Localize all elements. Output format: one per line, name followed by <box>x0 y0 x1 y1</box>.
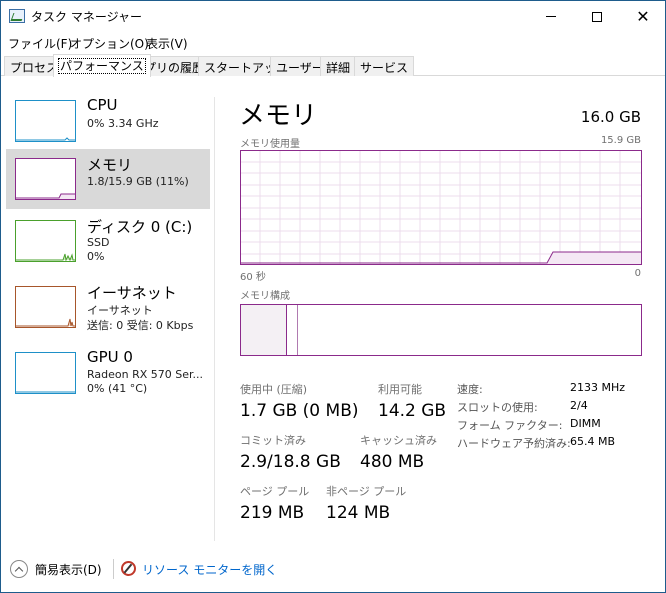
resource-disk-sub1: SSD <box>87 236 110 249</box>
title-bar: タスク マネージャー ✕ <box>1 1 665 32</box>
ethernet-thumbnail-graph <box>15 286 76 328</box>
gpu-thumbnail-graph <box>15 352 76 394</box>
task-manager-window: タスク マネージャー ✕ ファイル(F) オプション(O) 表示(V) プロセス… <box>0 0 666 593</box>
spec-speed-value: 2133 MHz <box>570 381 626 394</box>
usage-chart-title: メモリ使用量 <box>240 139 300 150</box>
stat-committed-value: 2.9/18.8 GB <box>240 452 341 472</box>
resource-cpu-sub1: 0% 3.34 GHz <box>87 117 159 130</box>
resource-gpu-sub2: 0% (41 °C) <box>87 382 148 395</box>
minimize-icon <box>546 16 556 17</box>
menu-bar: ファイル(F) オプション(O) 表示(V) <box>1 32 665 54</box>
resource-disk[interactable]: ディスク 0 (C:) SSD 0% <box>6 211 210 271</box>
disk-thumbnail-graph <box>15 220 76 262</box>
resource-ethernet-name: イーサネット <box>87 284 177 302</box>
maximize-icon <box>592 11 602 22</box>
stat-available-label: 利用可能 <box>378 383 422 396</box>
resource-list: CPU 0% 3.34 GHz メモリ 1.8/15.9 GB (11%) ディ… <box>2 77 214 541</box>
menu-file[interactable]: ファイル(F) <box>8 35 72 52</box>
tab-services-label: サービス <box>360 61 409 75</box>
tab-performance[interactable]: パフォーマンス <box>53 54 151 77</box>
resource-ethernet-sub2: 送信: 0 受信: 0 Kbps <box>87 319 194 332</box>
panel-divider <box>214 97 215 541</box>
stat-nonpaged-pool-label: 非ページ プール <box>326 485 407 498</box>
chevron-up-icon <box>14 566 24 575</box>
resource-gpu-sub1: Radeon RX 570 Ser... <box>87 368 204 381</box>
stat-cached-label: キャッシュ済み <box>360 434 437 447</box>
resource-memory[interactable]: メモリ 1.8/15.9 GB (11%) <box>6 149 210 209</box>
footer-bar: 簡易表示(D) リソース モニターを開く <box>1 551 665 591</box>
stat-committed-label: コミット済み <box>240 434 306 447</box>
tab-bar: プロセス パフォーマンス アプリの履歴 スタートアップ ユーザー 詳細 サービス <box>1 54 665 77</box>
resource-cpu[interactable]: CPU 0% 3.34 GHz <box>6 91 210 151</box>
tab-users-label: ユーザー <box>276 61 324 75</box>
memory-thumbnail-graph <box>15 158 76 200</box>
footer-separator <box>113 559 114 579</box>
stat-paged-pool-value: 219 MB <box>240 503 305 523</box>
stat-paged-pool: ページ プール 219 MB <box>240 483 309 523</box>
close-button[interactable]: ✕ <box>620 1 666 32</box>
resource-ethernet[interactable]: イーサネット イーサネット 送信: 0 受信: 0 Kbps <box>6 277 210 337</box>
composition-title: メモリ構成 <box>240 291 290 302</box>
resource-memory-sub1: 1.8/15.9 GB (11%) <box>87 175 189 188</box>
spec-hw-reserved-value: 65.4 MB <box>570 435 616 448</box>
tab-processes-label: プロセス <box>10 61 59 75</box>
resource-gpu[interactable]: GPU 0 Radeon RX 570 Ser... 0% (41 °C) <box>6 343 210 403</box>
stat-in-use-label: 使用中 (圧縮) <box>240 383 308 396</box>
resource-disk-name: ディスク 0 (C:) <box>87 218 193 236</box>
tab-services[interactable]: サービス <box>354 56 415 76</box>
memory-usage-graph <box>240 150 642 265</box>
resource-cpu-name: CPU <box>87 96 118 114</box>
task-manager-icon <box>9 9 25 23</box>
stat-cached-value: 480 MB <box>360 452 425 472</box>
stat-nonpaged-pool: 非ページ プール 124 MB <box>326 483 406 523</box>
spec-speed-label: 速度: <box>457 383 483 396</box>
stat-committed: コミット済み 2.9/18.8 GB <box>240 432 341 472</box>
menu-view[interactable]: 表示(V) <box>146 35 188 52</box>
spec-slots-value: 2/4 <box>570 399 588 412</box>
composition-in-use-segment <box>241 305 287 355</box>
spec-hw-reserved-label: ハードウェア予約済み: <box>457 437 571 450</box>
tab-details[interactable]: 詳細 <box>320 56 357 76</box>
stat-available: 利用可能 14.2 GB <box>378 381 446 421</box>
spec-form-factor-label: フォーム ファクター: <box>457 419 563 432</box>
usage-chart-axis-start: 60 秒 <box>240 272 266 283</box>
stat-in-use: 使用中 (圧縮) 1.7 GB (0 MB) <box>240 381 359 421</box>
resource-disk-sub2: 0% <box>87 250 105 263</box>
page-title: メモリ <box>239 101 318 131</box>
spec-slots-label: スロットの使用: <box>457 401 538 414</box>
stat-in-use-value: 1.7 GB (0 MB) <box>240 401 359 421</box>
memory-total: 16.0 GB <box>580 108 641 126</box>
resource-monitor-icon[interactable] <box>121 561 136 576</box>
stat-available-value: 14.2 GB <box>378 401 447 421</box>
usage-chart-axis-end: 0 <box>634 268 641 279</box>
usage-chart-max: 15.9 GB <box>600 135 641 146</box>
stat-cached: キャッシュ済み 480 MB <box>360 432 437 472</box>
stat-paged-pool-label: ページ プール <box>240 485 310 498</box>
spec-form-factor-value: DIMM <box>570 417 601 430</box>
window-title: タスク マネージャー <box>31 10 142 24</box>
fewer-details-link[interactable]: 簡易表示(D) <box>35 561 102 578</box>
maximize-button[interactable] <box>574 1 620 32</box>
memory-composition-bar <box>240 304 642 356</box>
tab-performance-label: パフォーマンス <box>58 58 146 74</box>
stat-nonpaged-pool-value: 124 MB <box>326 503 391 523</box>
open-resource-monitor-link[interactable]: リソース モニターを開く <box>142 561 277 578</box>
resource-ethernet-sub1: イーサネット <box>87 304 153 317</box>
resource-memory-name: メモリ <box>87 156 133 174</box>
resource-gpu-name: GPU 0 <box>87 348 133 366</box>
fewer-details-toggle[interactable] <box>10 560 28 578</box>
minimize-button[interactable] <box>528 1 574 32</box>
menu-options[interactable]: オプション(O) <box>70 35 149 52</box>
tab-details-label: 詳細 <box>326 61 351 75</box>
composition-modified-segment <box>288 305 298 355</box>
close-icon: ✕ <box>636 6 650 26</box>
cpu-thumbnail-graph <box>15 100 76 142</box>
